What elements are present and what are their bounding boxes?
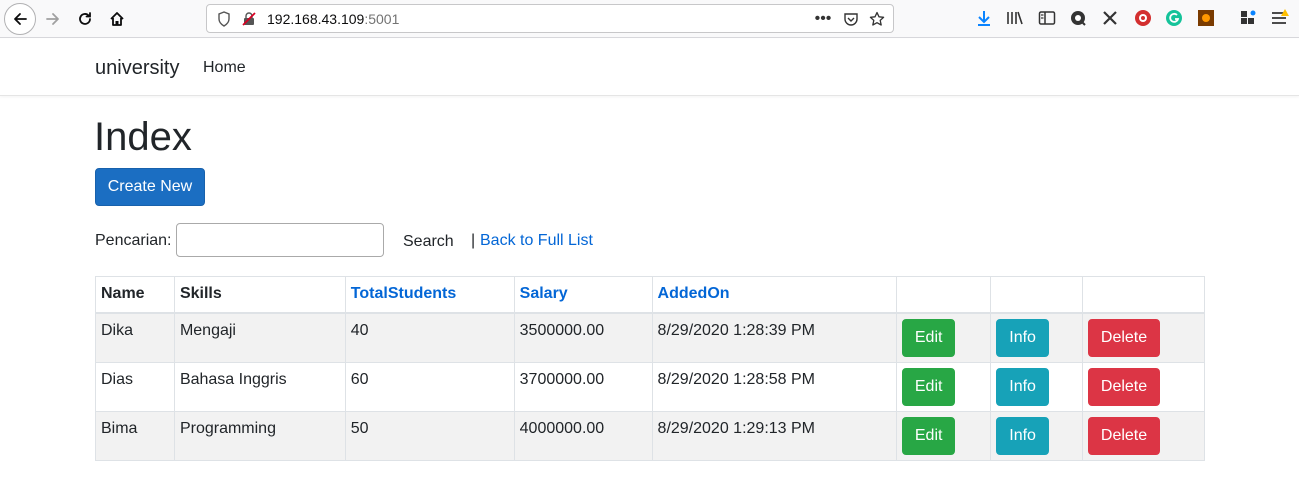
cell-added-on: 8/29/2020 1:29:13 PM [651, 410, 898, 461]
home-icon[interactable] [102, 4, 132, 34]
sort-salary-link[interactable]: Salary [520, 285, 568, 302]
cell-skills: Mengaji [173, 312, 346, 363]
insecure-lock-icon[interactable] [241, 11, 257, 27]
edit-button[interactable]: Edit [902, 367, 956, 406]
brand-link[interactable]: university [95, 57, 179, 80]
extension-wheel-icon[interactable] [1068, 8, 1088, 28]
back-to-full-list-link[interactable]: Back to Full List [480, 232, 593, 250]
cell-edit: Edit [896, 312, 992, 363]
cell-total-students: 60 [344, 361, 515, 412]
table-row: Dias Bahasa Inggris 60 3700000.00 8/29/2… [95, 361, 1205, 412]
nav-home-link[interactable]: Home [203, 59, 246, 77]
cell-skills: Programming [173, 410, 346, 461]
url-port: :5001 [364, 11, 400, 27]
table-row: Bima Programming 50 4000000.00 8/29/2020… [95, 410, 1205, 461]
header-salary: Salary [513, 276, 653, 314]
header-empty [1082, 276, 1205, 314]
header-empty [896, 276, 992, 314]
info-button[interactable]: Info [996, 318, 1050, 357]
url-host: 192.168.43.109 [267, 11, 365, 27]
page-actions-icon[interactable]: ••• [815, 10, 832, 27]
students-table: Name Skills TotalStudents Salary AddedOn… [95, 276, 1205, 461]
cell-name: Bima [95, 410, 175, 461]
search-form: Pencarian: Search | Back to Full List [95, 223, 795, 257]
reload-icon[interactable] [70, 4, 100, 34]
browser-toolbar: 192.168.43.109:5001 ••• [0, 0, 1299, 38]
cell-salary: 3500000.00 [513, 312, 653, 363]
sort-added-on-link[interactable]: AddedOn [658, 285, 730, 302]
bookmark-star-icon[interactable] [869, 11, 885, 27]
cell-name: Dika [95, 312, 175, 363]
cell-total-students: 40 [344, 312, 515, 363]
header-name: Name [95, 276, 175, 314]
pocket-icon[interactable] [843, 11, 859, 27]
edit-button[interactable]: Edit [902, 318, 956, 357]
menu-hamburger-icon[interactable] [1270, 8, 1290, 28]
search-label: Pencarian: [95, 232, 172, 249]
cell-name: Dias [95, 361, 175, 412]
forward-arrow-icon[interactable] [38, 4, 68, 34]
header-total-students: TotalStudents [344, 276, 515, 314]
edit-button[interactable]: Edit [902, 416, 956, 455]
delete-button[interactable]: Delete [1088, 367, 1161, 406]
cell-info: Info [990, 410, 1084, 461]
extension-sun-icon[interactable] [1196, 8, 1216, 28]
library-icon[interactable] [1005, 8, 1025, 28]
cell-added-on: 8/29/2020 1:28:58 PM [651, 361, 898, 412]
shield-icon[interactable] [216, 11, 232, 27]
grammarly-icon[interactable] [1164, 8, 1184, 28]
url-bar[interactable]: 192.168.43.109:5001 ••• [206, 4, 894, 33]
cell-delete: Delete [1082, 312, 1205, 363]
separator: | [471, 232, 476, 249]
sidebar-icon[interactable] [1037, 8, 1057, 28]
search-button[interactable]: Search [403, 233, 454, 251]
cell-skills: Bahasa Inggris [173, 361, 346, 412]
info-button[interactable]: Info [996, 416, 1050, 455]
cell-edit: Edit [896, 361, 992, 412]
cell-salary: 4000000.00 [513, 410, 653, 461]
header-skills: Skills [173, 276, 346, 314]
sort-total-students-link[interactable]: TotalStudents [351, 285, 456, 302]
create-new-button[interactable]: Create New [95, 168, 205, 206]
site-navbar: university Home [0, 39, 1299, 96]
extension-red-icon[interactable] [1133, 8, 1153, 28]
cell-delete: Delete [1082, 361, 1205, 412]
cell-info: Info [990, 312, 1084, 363]
url-text: 192.168.43.109:5001 [267, 11, 399, 27]
header-empty [990, 276, 1084, 314]
table-row: Dika Mengaji 40 3500000.00 8/29/2020 1:2… [95, 312, 1205, 363]
info-button[interactable]: Info [996, 367, 1050, 406]
delete-button[interactable]: Delete [1088, 318, 1161, 357]
cell-salary: 3700000.00 [513, 361, 653, 412]
page-title: Index [94, 115, 192, 159]
header-added-on: AddedOn [651, 276, 898, 314]
search-input[interactable] [176, 223, 384, 257]
cell-edit: Edit [896, 410, 992, 461]
delete-button[interactable]: Delete [1088, 416, 1161, 455]
cell-total-students: 50 [344, 410, 515, 461]
cell-info: Info [990, 361, 1084, 412]
back-arrow-icon[interactable] [4, 3, 36, 35]
cell-delete: Delete [1082, 410, 1205, 461]
cell-added-on: 8/29/2020 1:28:39 PM [651, 312, 898, 363]
table-header-row: Name Skills TotalStudents Salary AddedOn [95, 276, 1205, 314]
download-icon[interactable] [974, 8, 994, 28]
extension-x-icon[interactable] [1100, 8, 1120, 28]
extensions-icon[interactable] [1238, 8, 1258, 28]
